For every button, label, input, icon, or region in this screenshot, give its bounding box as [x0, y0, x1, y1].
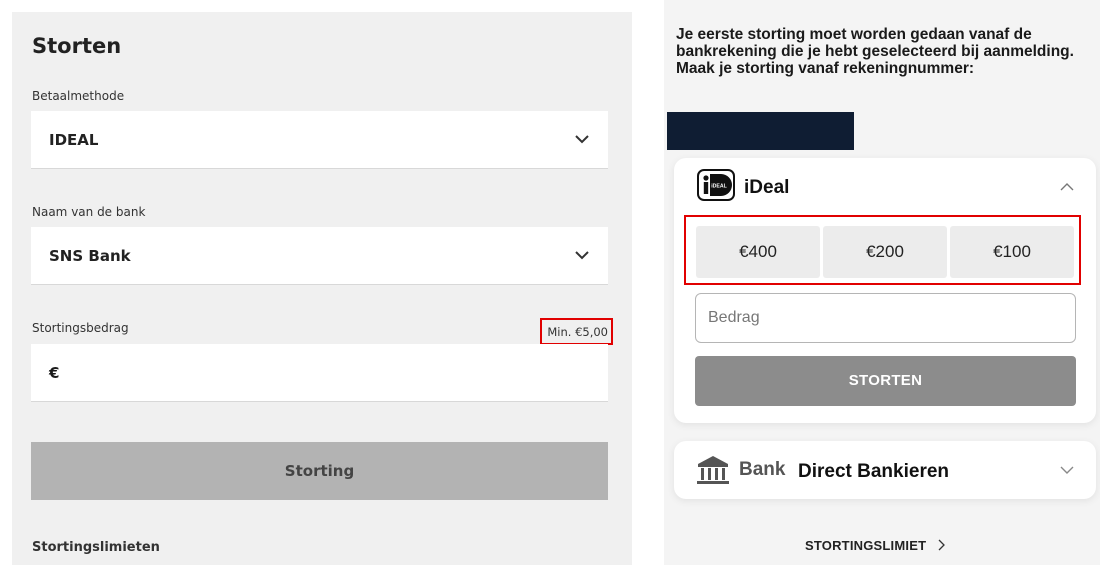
bank-name-label: Naam van de bank: [32, 205, 146, 219]
chevron-down-icon: [575, 135, 589, 144]
deposit-limit-link[interactable]: STORTINGSLIMIET: [805, 538, 946, 553]
quick-amount-label: €400: [739, 242, 777, 261]
payment-method-value: IDEAL: [49, 131, 99, 149]
ideal-logo-icon: iDEAL: [697, 169, 735, 201]
quick-amount-200[interactable]: €200: [823, 226, 947, 278]
min-amount-text: Min. €5,00: [547, 325, 608, 339]
svg-text:iDEAL: iDEAL: [711, 184, 727, 190]
quick-amount-100[interactable]: €100: [950, 226, 1074, 278]
deposit-form-panel: Storten Betaalmethode IDEAL Naam van de …: [12, 12, 632, 565]
mobile-deposit-panel: Je eerste storting moet worden gedaan va…: [664, 0, 1100, 565]
ideal-payment-card: iDEAL iDeal €400 €200 €100 STORTEN: [674, 158, 1096, 423]
payment-method-select[interactable]: IDEAL: [31, 111, 608, 169]
currency-symbol: €: [49, 364, 60, 382]
amount-input[interactable]: [695, 293, 1076, 343]
quick-amount-400[interactable]: €400: [696, 226, 820, 278]
deposit-limit-label: STORTINGSLIMIET: [805, 538, 927, 553]
page-title: Storten: [32, 34, 122, 58]
bank-transfer-card[interactable]: Bank Direct Bankieren: [674, 441, 1096, 499]
bank-name-select[interactable]: SNS Bank: [31, 227, 608, 285]
chevron-down-icon: [1060, 466, 1074, 474]
chevron-up-icon: [1060, 183, 1074, 191]
deposit-button[interactable]: Storting: [31, 442, 608, 500]
payment-method-label: Betaalmethode: [32, 89, 125, 103]
quick-amounts-highlight: €400 €200 €100: [684, 215, 1081, 285]
chevron-down-icon: [575, 251, 589, 260]
chevron-right-icon: [938, 539, 945, 551]
ideal-title: iDeal: [744, 177, 790, 198]
bank-building-icon: [697, 456, 729, 484]
quick-amount-label: €200: [866, 242, 904, 261]
deposit-button-label: Storting: [284, 462, 355, 480]
amount-input[interactable]: €: [31, 344, 608, 402]
first-deposit-info: Je eerste storting moet worden gedaan va…: [676, 26, 1074, 77]
amount-label: Stortingsbedrag: [32, 321, 129, 335]
deposit-limits-link[interactable]: Stortingslimieten: [32, 540, 160, 555]
bank-method-title: Direct Bankieren: [798, 461, 950, 482]
deposit-submit-label: STORTEN: [848, 372, 923, 389]
quick-amount-label: €100: [993, 242, 1031, 261]
deposit-submit-button[interactable]: STORTEN: [695, 356, 1076, 406]
min-amount-highlight: Min. €5,00: [540, 318, 613, 345]
masked-account-number: [667, 112, 854, 150]
bank-icon-label: Bank: [739, 459, 786, 480]
bank-name-value: SNS Bank: [49, 247, 131, 265]
